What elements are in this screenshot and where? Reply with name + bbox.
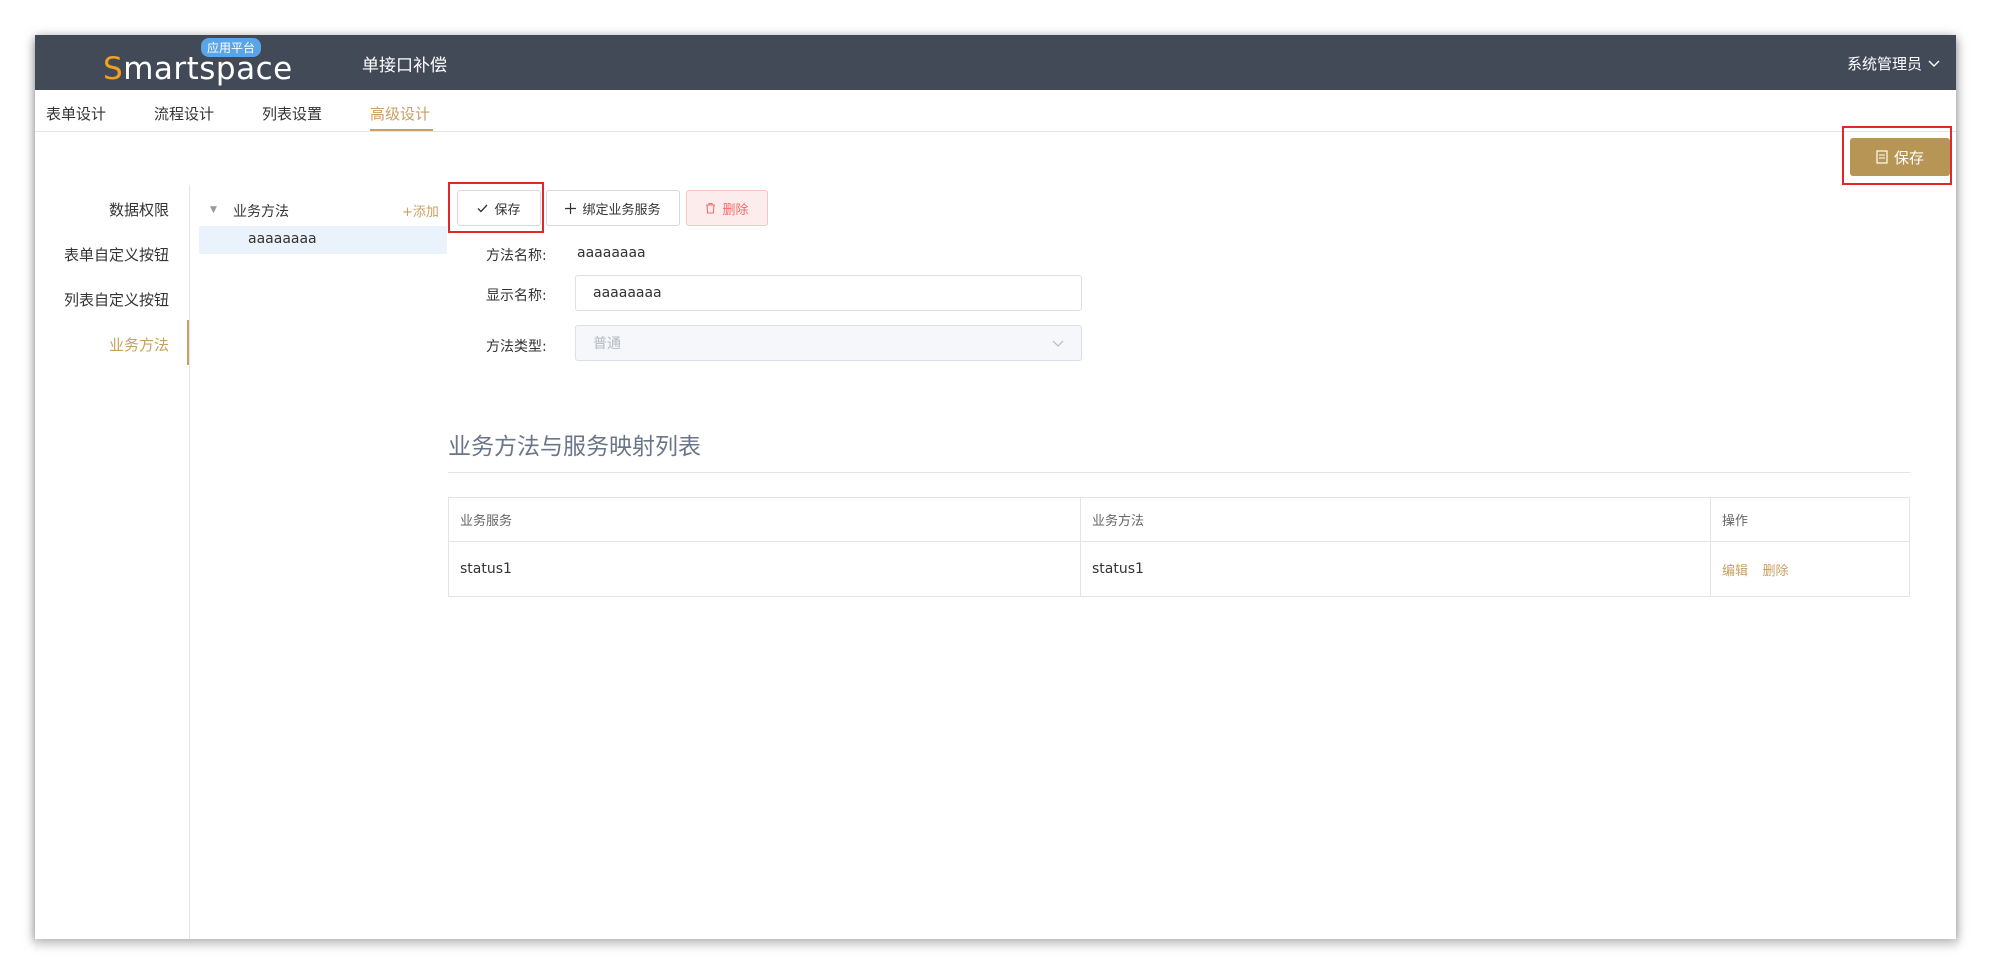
window-reflection	[35, 939, 1956, 953]
chevron-down-icon	[1052, 340, 1064, 347]
logo-text: Smartspace	[103, 51, 293, 87]
column-header-actions: 操作	[1710, 497, 1910, 542]
mapping-section-title: 业务方法与服务映射列表	[448, 434, 701, 460]
table-row: status1 status1 编辑 删除	[448, 541, 1910, 597]
side-nav-form-custom-buttons[interactable]: 表单自定义按钮	[35, 244, 169, 265]
method-name-label: 方法名称:	[486, 248, 547, 264]
method-type-select[interactable]: 普通	[575, 325, 1082, 361]
tree-caret-down-icon[interactable]: ▼	[210, 205, 217, 215]
chevron-down-icon	[1928, 60, 1940, 67]
active-tab-underline	[370, 129, 433, 131]
bind-service-button[interactable]: 绑定业务服务	[546, 190, 680, 226]
side-nav-divider	[189, 185, 190, 939]
cell-service: status1	[448, 541, 1081, 597]
cell-actions: 编辑 删除	[1710, 541, 1910, 597]
highlight-box-toolbar-save	[448, 182, 544, 233]
display-name-value: aaaaaaaa	[593, 285, 662, 301]
tab-form-design[interactable]: 表单设计	[46, 103, 106, 124]
tree-add-link[interactable]: +添加	[402, 201, 439, 220]
table-header-row: 业务服务 业务方法 操作	[448, 497, 1910, 542]
tree-selected-row[interactable]	[199, 226, 447, 254]
tree-root-label[interactable]: 业务方法	[233, 201, 289, 221]
delete-button[interactable]: 删除	[686, 190, 768, 226]
column-header-method: 业务方法	[1080, 497, 1711, 542]
section-divider	[448, 472, 1910, 473]
column-header-service: 业务服务	[448, 497, 1081, 542]
app-title: 单接口补偿	[362, 56, 447, 76]
design-tabs: 表单设计 流程设计 列表设置 高级设计	[35, 90, 1956, 132]
method-type-value: 普通	[593, 336, 621, 352]
method-name-value: aaaaaaaa	[577, 245, 646, 261]
bind-service-label: 绑定业务服务	[582, 202, 661, 218]
side-nav-data-permission[interactable]: 数据权限	[35, 199, 169, 220]
user-name: 系统管理员	[1846, 55, 1922, 73]
method-type-label: 方法类型:	[486, 339, 547, 355]
app-window: Smartspace 应用平台 单接口补偿 系统管理员 表单设计 流程设计 列表…	[35, 35, 1956, 939]
plus-icon	[565, 202, 577, 214]
row-edit-link[interactable]: 编辑	[1722, 564, 1748, 579]
mapping-table: 业务服务 业务方法 操作 status1 status1 编辑 删除	[448, 497, 1910, 597]
tab-advanced-design[interactable]: 高级设计	[370, 103, 430, 124]
display-name-label: 显示名称:	[486, 288, 547, 304]
logo-text-s: S	[103, 51, 124, 87]
tree-child-label[interactable]: aaaaaaaa	[248, 231, 317, 247]
row-delete-link[interactable]: 删除	[1762, 564, 1788, 579]
trash-icon	[706, 202, 716, 214]
top-bar: Smartspace 应用平台 单接口补偿 系统管理员	[35, 35, 1956, 90]
highlight-box-top-save	[1842, 126, 1952, 185]
tab-flow-design[interactable]: 流程设计	[154, 103, 214, 124]
side-nav-list-custom-buttons[interactable]: 列表自定义按钮	[35, 289, 169, 310]
delete-label: 删除	[722, 202, 749, 218]
user-menu[interactable]: 系统管理员	[1847, 53, 1940, 74]
logo-badge: 应用平台	[201, 38, 262, 57]
cell-method: status1	[1080, 541, 1711, 597]
display-name-input[interactable]: aaaaaaaa	[575, 275, 1082, 311]
side-nav-business-methods[interactable]: 业务方法	[35, 334, 169, 355]
tab-list-settings[interactable]: 列表设置	[262, 103, 322, 124]
